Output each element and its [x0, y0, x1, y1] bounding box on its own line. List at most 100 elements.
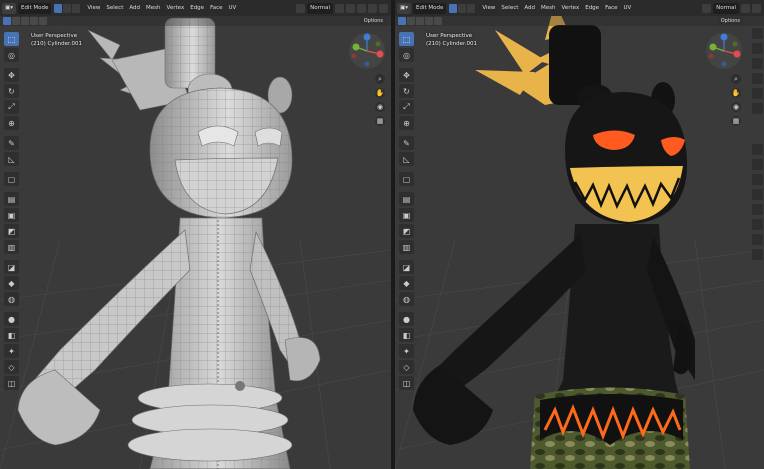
select-intersect-icon[interactable] [434, 17, 442, 25]
object-tab-icon[interactable] [752, 144, 763, 155]
menu-mesh[interactable]: Mesh [541, 5, 555, 11]
z-axis-icon[interactable] [363, 33, 371, 41]
material-tab-icon[interactable] [752, 234, 763, 245]
proportional-edit-icon[interactable] [357, 3, 366, 13]
spin-icon[interactable]: ◍ [4, 292, 19, 306]
cursor-icon[interactable]: ◎ [4, 48, 19, 62]
rotate-icon[interactable]: ↻ [4, 84, 19, 98]
zoom-icon[interactable]: ⌕ [731, 74, 741, 84]
scale-icon[interactable]: ⤢ [4, 100, 19, 114]
options-dropdown[interactable]: Options [716, 17, 744, 25]
select-extend-icon[interactable] [407, 17, 415, 25]
move-icon[interactable]: ✥ [4, 68, 19, 82]
face-select-icon[interactable] [72, 3, 81, 13]
grid-icon[interactable]: ▦ [731, 116, 741, 126]
orientation-dropdown[interactable]: Normal [307, 2, 333, 14]
edge-slide-icon[interactable]: ◧ [399, 328, 414, 342]
zoom-icon[interactable]: ⌕ [375, 74, 385, 84]
grid-icon[interactable]: ▦ [375, 116, 385, 126]
x-axis-icon[interactable] [733, 50, 741, 58]
loop-cut-icon[interactable]: ▥ [399, 240, 414, 254]
shear-icon[interactable]: ◇ [399, 360, 414, 374]
smooth-icon[interactable]: ● [4, 312, 19, 326]
select-invert-icon[interactable] [30, 17, 38, 25]
spin-icon[interactable]: ◍ [399, 292, 414, 306]
select-invert-icon[interactable] [425, 17, 433, 25]
pivot-icon[interactable] [335, 3, 344, 13]
camera-icon[interactable]: ◉ [375, 102, 385, 112]
y-axis-icon[interactable] [352, 43, 360, 51]
inset-icon[interactable]: ▣ [399, 208, 414, 222]
shrink-fatten-icon[interactable]: ✦ [399, 344, 414, 358]
hand-pan-icon[interactable]: ✋ [375, 88, 385, 98]
add-cube-icon[interactable]: ▢ [4, 172, 19, 186]
menu-uv[interactable]: UV [624, 5, 632, 11]
scene-tab-icon[interactable] [752, 88, 763, 99]
rip-icon[interactable]: ◫ [4, 376, 19, 390]
editor-type-icon[interactable]: ▣▾ [2, 2, 16, 14]
menu-add[interactable]: Add [524, 5, 535, 11]
poly-build-icon[interactable]: ◆ [4, 276, 19, 290]
navigation-gizmo[interactable] [348, 32, 386, 70]
menu-select[interactable]: Select [501, 5, 518, 11]
render-tab-icon[interactable] [752, 43, 763, 54]
menu-vertex[interactable]: Vertex [562, 5, 580, 11]
select-intersect-icon[interactable] [39, 17, 47, 25]
constraints-tab-icon[interactable] [752, 204, 763, 215]
add-cube-icon[interactable]: ▢ [399, 172, 414, 186]
cursor-icon[interactable]: ◎ [399, 48, 414, 62]
menu-edge[interactable]: Edge [190, 5, 204, 11]
camera-icon[interactable]: ◉ [731, 102, 741, 112]
rip-icon[interactable]: ◫ [399, 376, 414, 390]
options-dropdown[interactable]: Options [359, 17, 387, 25]
move-icon[interactable]: ✥ [399, 68, 414, 82]
data-tab-icon[interactable] [752, 219, 763, 230]
menu-mesh[interactable]: Mesh [146, 5, 160, 11]
annotate-icon[interactable]: ✎ [4, 136, 19, 150]
shading-solid-icon[interactable] [379, 3, 388, 13]
pivot-icon[interactable] [741, 3, 750, 13]
edge-slide-icon[interactable]: ◧ [4, 328, 19, 342]
select-box-icon[interactable]: ⬚ [399, 32, 414, 46]
y-axis-icon[interactable] [709, 43, 717, 51]
menu-view[interactable]: View [87, 5, 100, 11]
viewport-left[interactable]: ▣▾ Edit Mode View Select Add Mesh Vertex… [0, 0, 391, 469]
select-new-icon[interactable] [398, 17, 406, 25]
navigation-gizmo[interactable] [705, 32, 743, 70]
transform-orientation-icon[interactable] [702, 3, 712, 13]
knife-icon[interactable]: ◪ [399, 260, 414, 274]
annotate-icon[interactable]: ✎ [399, 136, 414, 150]
hand-pan-icon[interactable]: ✋ [731, 88, 741, 98]
menu-edge[interactable]: Edge [585, 5, 599, 11]
tool-tab-icon[interactable] [752, 28, 763, 39]
shear-icon[interactable]: ◇ [4, 360, 19, 374]
smooth-icon[interactable]: ● [399, 312, 414, 326]
scale-icon[interactable]: ⤢ [399, 100, 414, 114]
measure-icon[interactable]: ◺ [399, 152, 414, 166]
particles-tab-icon[interactable] [752, 174, 763, 185]
editor-type-icon[interactable]: ▣▾ [397, 2, 411, 14]
edge-select-icon[interactable] [63, 3, 72, 13]
edge-select-icon[interactable] [458, 3, 467, 13]
view-layer-tab-icon[interactable] [752, 73, 763, 84]
snap-icon[interactable] [346, 3, 355, 13]
rotate-icon[interactable]: ↻ [399, 84, 414, 98]
bevel-icon[interactable]: ◩ [399, 224, 414, 238]
mode-dropdown[interactable]: Edit Mode [17, 2, 52, 14]
extrude-icon[interactable]: ▤ [399, 192, 414, 206]
transform-icon[interactable]: ⊕ [4, 116, 19, 130]
transform-icon[interactable]: ⊕ [399, 116, 414, 130]
mode-dropdown[interactable]: Edit Mode [412, 2, 447, 14]
extrude-icon[interactable]: ▤ [4, 192, 19, 206]
z-axis-icon[interactable] [720, 33, 728, 41]
measure-icon[interactable]: ◺ [4, 152, 19, 166]
vertex-select-icon[interactable] [449, 3, 458, 13]
menu-face[interactable]: Face [210, 5, 222, 11]
menu-vertex[interactable]: Vertex [167, 5, 185, 11]
select-subtract-icon[interactable] [21, 17, 29, 25]
transform-orientation-icon[interactable] [296, 3, 306, 13]
snap-icon[interactable] [752, 3, 761, 13]
inset-icon[interactable]: ▣ [4, 208, 19, 222]
menu-face[interactable]: Face [605, 5, 617, 11]
viewport-right[interactable]: ▣▾ Edit Mode View Select Add Mesh Vertex… [395, 0, 764, 469]
